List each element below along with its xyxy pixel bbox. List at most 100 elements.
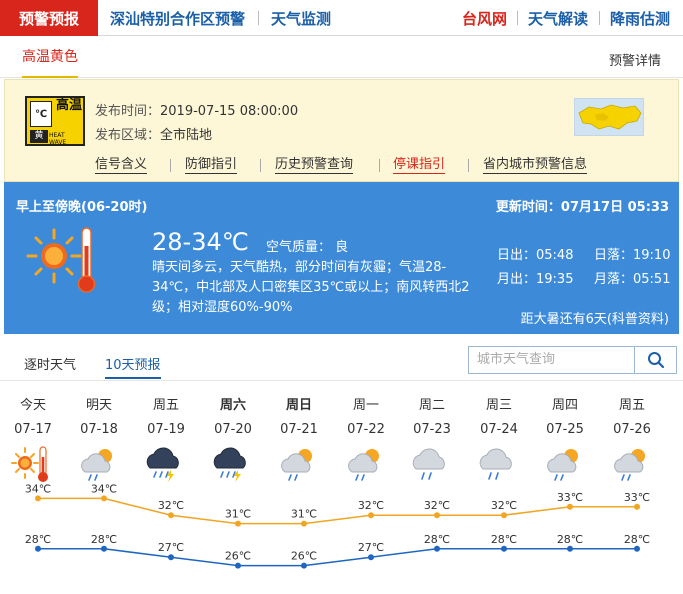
cloudy-rain-sun-icon	[277, 444, 321, 484]
day-date: 07-20	[214, 422, 252, 437]
solar-term-link[interactable]: 距大暑还有6天(科普资料)	[521, 308, 669, 327]
search-button[interactable]	[635, 346, 677, 374]
issue-time: 2019-07-15 08:00:00	[160, 104, 299, 119]
low-temp-label: 26℃	[225, 550, 251, 563]
issue-area-row: 发布区域：全市陆地	[95, 124, 212, 143]
forecast-period: 早上至傍晚(06-20时)	[16, 200, 148, 215]
high-temp-point	[368, 512, 374, 519]
cloudy-rain-sun-icon	[610, 444, 654, 484]
day-date: 07-21	[280, 422, 318, 437]
link-defense-guide[interactable]: 防御指引	[185, 156, 238, 174]
day-date: 07-18	[80, 422, 118, 437]
day-week: 周二	[418, 398, 445, 413]
high-temp-label: 32℃	[424, 499, 450, 512]
low-temp-label: 28℃	[424, 533, 450, 546]
link-province-warnings[interactable]: 省内城市预警信息	[483, 156, 588, 174]
thermometer-icon: ℃	[30, 101, 52, 127]
nav-item-warning-forecast[interactable]: 预警预报	[0, 0, 98, 36]
forecast-tabs: 逐时天气 10天预报 城市天气查询	[0, 334, 683, 380]
link-divider	[379, 159, 380, 172]
issue-area: 全市陆地	[160, 128, 213, 143]
low-temp-label: 28℃	[91, 533, 117, 546]
issue-time-row: 发布时间：2019-07-15 08:00:00	[95, 100, 298, 119]
low-temp-point	[235, 562, 241, 569]
badge-en: HEAT WAVE	[49, 132, 67, 146]
low-temp-label: 27℃	[158, 541, 184, 554]
link-signal-meaning[interactable]: 信号含义	[95, 156, 148, 174]
tab-hourly[interactable]: 逐时天气	[24, 354, 76, 373]
nav-item-shenshan-warning[interactable]: 深汕特别合作区预警	[110, 0, 245, 36]
nav-item-rain-estimate[interactable]: 降雨估测	[610, 0, 670, 36]
nav-divider	[258, 11, 259, 25]
high-temp-point	[235, 520, 241, 527]
nav-item-typhoon[interactable]: 台风网	[462, 0, 507, 36]
day-week: 周五	[152, 398, 179, 413]
high-temp-point	[434, 512, 440, 519]
moonset: 月落：05:51	[594, 272, 671, 287]
badge-level: 黄	[30, 130, 48, 143]
low-temp-point	[35, 545, 41, 552]
low-temp-point	[168, 554, 174, 561]
warning-area-map[interactable]	[574, 98, 644, 136]
nav-item-weather-interpret[interactable]: 天气解读	[528, 0, 588, 36]
today-temp: 28-34℃	[152, 228, 249, 256]
tab-10-day[interactable]: 10天预报	[105, 354, 161, 379]
high-temp-label: 32℃	[491, 499, 517, 512]
nav-item-weather-monitor[interactable]: 天气监测	[271, 0, 331, 36]
low-temp-label: 28℃	[25, 533, 51, 546]
low-temp-point	[567, 545, 573, 552]
low-temp-point	[501, 545, 507, 552]
day-week: 明天	[85, 398, 112, 413]
air-quality: 空气质量： 良	[266, 240, 349, 255]
day-date: 07-26	[613, 422, 651, 437]
warning-links: 信号含义 防御指引 历史预警查询 停课指引 省内城市预警信息	[5, 156, 680, 176]
low-temp-label: 28℃	[624, 533, 650, 546]
high-temp-point	[301, 520, 307, 527]
warning-header: 高温黄色 预警详情	[0, 36, 683, 78]
tab-heat-yellow[interactable]: 高温黄色	[22, 46, 78, 78]
update-time: 更新时间：07月17日 05:33	[495, 200, 669, 215]
link-divider	[260, 159, 261, 172]
day-week: 今天	[19, 398, 46, 413]
day-date: 07-23	[413, 422, 451, 437]
sunset: 日落：19:10	[594, 248, 671, 263]
day-week: 周日	[285, 398, 312, 413]
high-temp-point	[168, 512, 174, 519]
link-history-query[interactable]: 历史预警查询	[275, 156, 354, 174]
high-temp-point	[101, 495, 107, 502]
link-divider	[170, 159, 171, 172]
low-temp-label: 26℃	[291, 550, 317, 563]
day-week: 周四	[551, 398, 578, 413]
high-temp-point	[501, 512, 507, 519]
today-forecast-panel: 早上至傍晚(06-20时) 更新时间：07月17日 05:33 28-34℃ 空…	[4, 182, 679, 334]
cloudy-rain-sun-icon	[77, 444, 121, 484]
high-temp-label: 33℃	[624, 491, 650, 504]
high-temp-label: 31℃	[225, 508, 251, 521]
cloud-rain-icon	[410, 444, 454, 484]
temperature-chart: 34℃ 34℃ 32℃ 31℃ 31℃ 32℃ 32℃ 32℃ 33℃ 33℃ 28℃ 28℃ 27℃ 2…	[25, 482, 650, 569]
nav-divider	[517, 11, 518, 25]
city-search-input[interactable]: 城市天气查询	[468, 346, 635, 374]
cloudy-rain-sun-icon	[344, 444, 388, 484]
day-week: 周五	[618, 398, 645, 413]
high-temp-label: 34℃	[25, 482, 51, 495]
issue-time-label: 发布时间：	[95, 104, 161, 119]
sunny-hot-icon	[24, 222, 104, 306]
moonrise: 月出：19:35	[497, 272, 574, 287]
cloudy-rain-sun-icon	[543, 444, 587, 484]
low-temp-point	[101, 545, 107, 552]
sunny-hot-icon	[11, 444, 55, 484]
search-icon	[647, 352, 664, 369]
warning-detail-link[interactable]: 预警详情	[609, 50, 661, 69]
cloud-rain-icon	[477, 444, 521, 484]
top-nav: 预警预报 深汕特别合作区预警 天气监测 台风网 天气解读 降雨估测	[0, 0, 683, 36]
day-week: 周六	[219, 398, 246, 413]
low-temp-point	[634, 545, 640, 552]
link-class-suspension[interactable]: 停课指引	[393, 156, 446, 174]
high-temp-line	[38, 497, 637, 525]
day-date: 07-24	[480, 422, 518, 437]
low-temp-point	[301, 562, 307, 569]
low-temp-point	[434, 545, 440, 552]
day-date: 07-19	[147, 422, 185, 437]
heat-warning-badge-icon: ℃ 高温 黄 HEAT WAVE	[25, 96, 85, 146]
